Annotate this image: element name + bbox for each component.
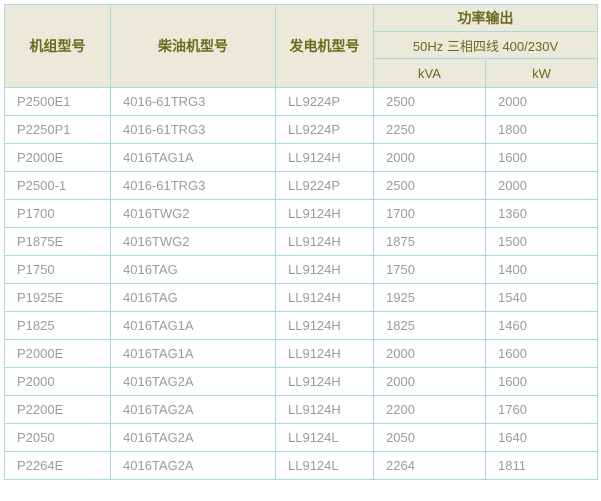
generator-spec-table: 机组型号 柴油机型号 发电机型号 功率输出 50Hz 三相四线 400/230V… [4,4,598,480]
table-cell: 4016-61TRG3 [111,116,276,144]
page: 机组型号 柴油机型号 发电机型号 功率输出 50Hz 三相四线 400/230V… [0,0,601,501]
table-cell: 2050 [374,424,486,452]
table-cell: 2000 [374,368,486,396]
table-cell: P2500-1 [5,172,111,200]
table-cell: 4016TAG2A [111,396,276,424]
table-cell: LL9124L [276,424,374,452]
table-row: P1925E4016TAGLL9124H19251540 [5,284,598,312]
table-cell: 1925 [374,284,486,312]
table-cell: 1600 [486,144,598,172]
table-cell: 1500 [486,228,598,256]
table-row: P2000E4016TAG1ALL9124H20001600 [5,144,598,172]
table-cell: LL9124H [276,228,374,256]
table-cell: 4016TAG2A [111,368,276,396]
table-cell: 2000 [374,340,486,368]
table-cell: LL9124H [276,256,374,284]
table-cell: 4016TAG [111,256,276,284]
table-cell: P2000E [5,144,111,172]
table-cell: 4016-61TRG3 [111,88,276,116]
table-row: P2500E14016-61TRG3LL9224P25002000 [5,88,598,116]
table-cell: LL9224P [276,88,374,116]
table-cell: 2000 [486,88,598,116]
table-cell: LL9124H [276,396,374,424]
table-cell: LL9124L [276,452,374,480]
table-cell: 4016TAG1A [111,312,276,340]
table-cell: 2500 [374,88,486,116]
table-cell: P2050 [5,424,111,452]
col-header-generator-model: 发电机型号 [276,5,374,88]
table-cell: P2000E [5,340,111,368]
table-row: P20004016TAG2ALL9124H20001600 [5,368,598,396]
table-cell: P2200E [5,396,111,424]
table-cell: 4016-61TRG3 [111,172,276,200]
table-cell: 1400 [486,256,598,284]
table-cell: 4016TAG2A [111,452,276,480]
table-cell: 1800 [486,116,598,144]
table-cell: 1360 [486,200,598,228]
table-cell: 4016TAG2A [111,424,276,452]
table-row: P1875E4016TWG2LL9124H18751500 [5,228,598,256]
table-cell: P2250P1 [5,116,111,144]
table-cell: P1825 [5,312,111,340]
table-cell: 2000 [486,172,598,200]
table-row: P18254016TAG1ALL9124H18251460 [5,312,598,340]
table-cell: LL9124H [276,312,374,340]
table-row: P17004016TWG2LL9124H17001360 [5,200,598,228]
table-row: P2200E4016TAG2ALL9124H22001760 [5,396,598,424]
table-row: P17504016TAGLL9124H17501400 [5,256,598,284]
table-row: P2000E4016TAG1ALL9124H20001600 [5,340,598,368]
table-cell: 1700 [374,200,486,228]
table-body: P2500E14016-61TRG3LL9224P25002000P2250P1… [5,88,598,480]
table-cell: 1600 [486,340,598,368]
table-cell: 2000 [374,144,486,172]
table-cell: 1640 [486,424,598,452]
table-cell: LL9124H [276,200,374,228]
col-header-unit-model: 机组型号 [5,5,111,88]
table-cell: 4016TAG [111,284,276,312]
table-cell: P2500E1 [5,88,111,116]
table-row: P2250P14016-61TRG3LL9224P22501800 [5,116,598,144]
table-cell: 4016TWG2 [111,200,276,228]
table-cell: LL9124H [276,284,374,312]
col-header-kw: kW [486,59,598,88]
table-cell: 1875 [374,228,486,256]
table-cell: LL9124H [276,340,374,368]
table-cell: LL9124H [276,144,374,172]
table-cell: P1700 [5,200,111,228]
table-header: 机组型号 柴油机型号 发电机型号 功率输出 50Hz 三相四线 400/230V… [5,5,598,88]
table-cell: LL9224P [276,116,374,144]
col-header-power-spec: 50Hz 三相四线 400/230V [374,32,598,59]
table-cell: 4016TAG1A [111,144,276,172]
table-cell: 1750 [374,256,486,284]
table-cell: P2000 [5,368,111,396]
table-cell: LL9124H [276,368,374,396]
table-cell: 1460 [486,312,598,340]
table-row: P2264E4016TAG2ALL9124L22641811 [5,452,598,480]
table-row: P2500-14016-61TRG3LL9224P25002000 [5,172,598,200]
table-cell: 2500 [374,172,486,200]
table-cell: 2264 [374,452,486,480]
table-cell: 1540 [486,284,598,312]
table-cell: P1925E [5,284,111,312]
table-cell: 2200 [374,396,486,424]
table-row: P20504016TAG2ALL9124L20501640 [5,424,598,452]
table-cell: P2264E [5,452,111,480]
table-cell: P1750 [5,256,111,284]
table-cell: 4016TAG1A [111,340,276,368]
table-cell: 2250 [374,116,486,144]
col-header-engine-model: 柴油机型号 [111,5,276,88]
table-cell: 1760 [486,396,598,424]
col-header-power-output: 功率输出 [374,5,598,32]
table-cell: 1600 [486,368,598,396]
table-cell: 1811 [486,452,598,480]
table-cell: 1825 [374,312,486,340]
col-header-kva: kVA [374,59,486,88]
table-cell: P1875E [5,228,111,256]
table-cell: LL9224P [276,172,374,200]
header-row-1: 机组型号 柴油机型号 发电机型号 功率输出 [5,5,598,32]
table-cell: 4016TWG2 [111,228,276,256]
